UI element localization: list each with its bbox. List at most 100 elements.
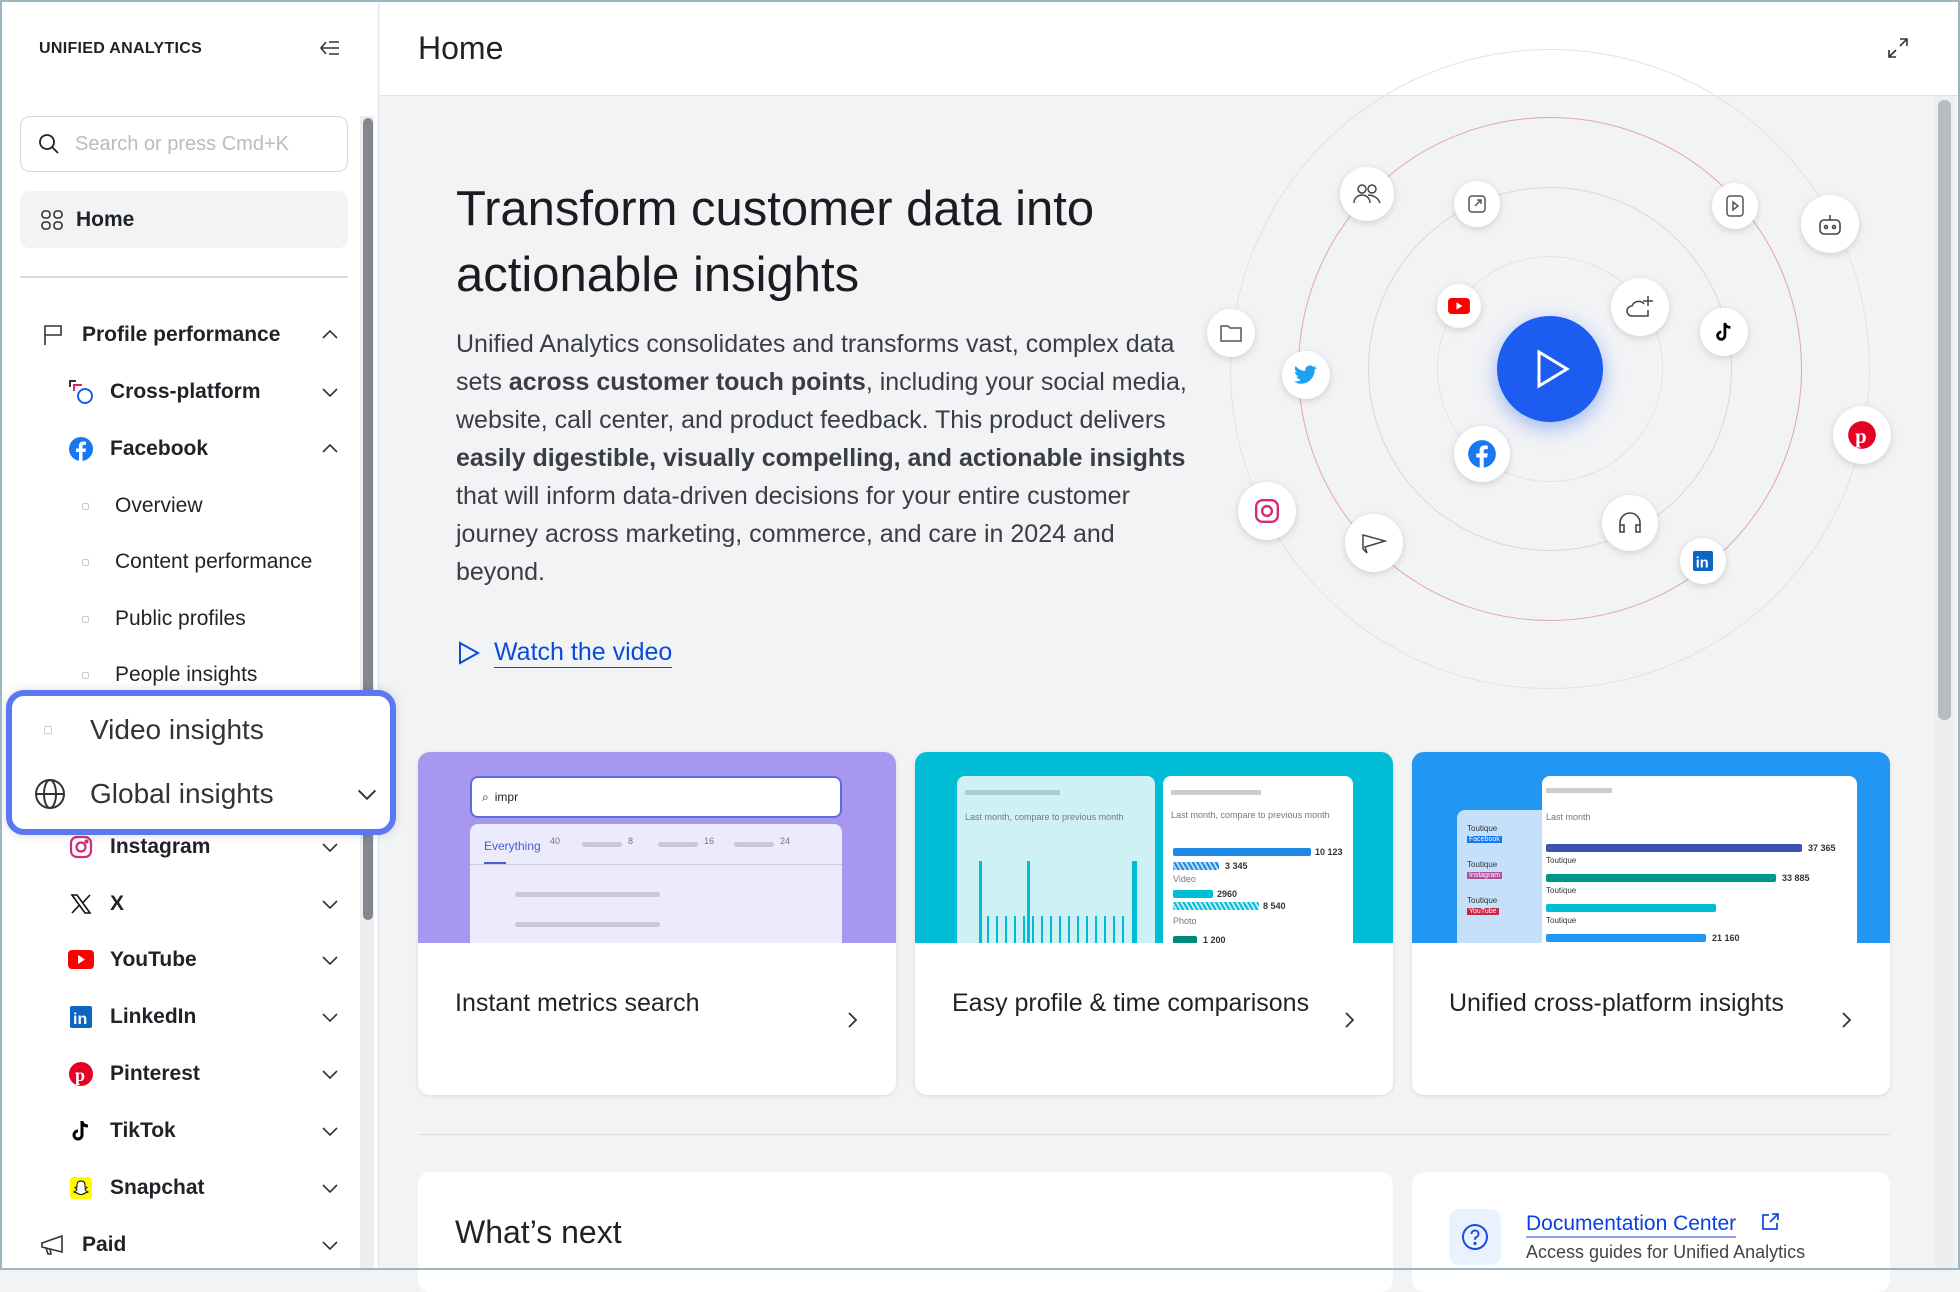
bullet-icon bbox=[82, 615, 89, 623]
expand-icon[interactable] bbox=[1886, 36, 1910, 60]
chat-icon bbox=[1345, 514, 1403, 572]
tiktok-icon bbox=[68, 1118, 94, 1144]
svg-text:in: in bbox=[73, 1011, 87, 1028]
sidebar-item-overview[interactable]: Overview bbox=[82, 494, 203, 518]
chevron-down-icon[interactable] bbox=[320, 950, 340, 970]
chevron-down-icon[interactable] bbox=[320, 1064, 340, 1084]
sidebar-item-label: Public profiles bbox=[115, 607, 246, 630]
documentation-center-link[interactable]: Documentation Center bbox=[1526, 1212, 1737, 1238]
chevron-right-icon[interactable] bbox=[1836, 1010, 1856, 1030]
preview-count: 16 bbox=[704, 836, 715, 846]
preview-caption: Last month, compare to previous month bbox=[965, 812, 1124, 822]
search-input[interactable] bbox=[75, 132, 315, 156]
card-title: Unified cross-platform insights bbox=[1449, 989, 1784, 1017]
preview-value: 3 345 bbox=[1225, 861, 1248, 871]
sidebar-item-youtube[interactable]: YouTube bbox=[68, 947, 340, 973]
card-title: Instant metrics search bbox=[455, 989, 700, 1017]
preview-network: Instagram bbox=[1467, 872, 1503, 879]
preview-profile: Toutique bbox=[1467, 860, 1498, 869]
help-icon bbox=[1449, 1209, 1501, 1265]
preview-profile: Toutique bbox=[1546, 916, 1577, 925]
facebook-icon bbox=[68, 436, 94, 462]
preview-profile: Toutique bbox=[1546, 856, 1577, 865]
sidebar-item-snapchat[interactable]: Snapchat bbox=[68, 1175, 340, 1201]
svg-text:p: p bbox=[1855, 426, 1867, 448]
chevron-right-icon[interactable] bbox=[1339, 1010, 1359, 1030]
x-icon bbox=[68, 891, 94, 917]
preview-value: 21 160 bbox=[1712, 933, 1740, 943]
preview-profile: Toutique bbox=[1467, 896, 1498, 905]
play-icon bbox=[459, 641, 480, 665]
sidebar-item-home[interactable]: Home bbox=[20, 191, 348, 248]
sidebar-item-content-performance[interactable]: Content performance bbox=[82, 550, 312, 574]
sidebar-item-pinterest[interactable]: p Pinterest bbox=[68, 1061, 340, 1087]
sidebar-item-facebook[interactable]: Facebook bbox=[68, 436, 340, 462]
bullet-icon bbox=[44, 726, 52, 734]
chevron-up-icon[interactable] bbox=[320, 325, 340, 345]
chevron-down-icon[interactable] bbox=[320, 1121, 340, 1141]
facebook-icon bbox=[1454, 426, 1510, 482]
highlighted-menu-region: Video insights Global insights bbox=[6, 690, 396, 835]
chevron-down-icon[interactable] bbox=[320, 894, 340, 914]
sidebar-item-x[interactable]: X bbox=[68, 891, 340, 917]
megaphone-icon bbox=[40, 1232, 66, 1258]
cross-platform-icon bbox=[68, 379, 94, 405]
pinterest-icon: p bbox=[1833, 406, 1891, 464]
feature-card-metrics-search[interactable]: ⌕ impr Everything 40 8 16 24 Instant metr… bbox=[418, 752, 896, 1095]
chevron-down-icon[interactable] bbox=[355, 782, 379, 806]
watch-video-link[interactable]: Watch the video bbox=[458, 638, 673, 668]
chevron-right-icon[interactable] bbox=[842, 1010, 862, 1030]
preview-network: YouTube bbox=[1467, 908, 1499, 915]
search-icon bbox=[39, 134, 59, 154]
headset-icon bbox=[1602, 495, 1658, 551]
sidebar-item-label: TikTok bbox=[110, 1119, 176, 1142]
chevron-down-icon[interactable] bbox=[320, 1178, 340, 1198]
sidebar-item-label: Overview bbox=[115, 494, 203, 517]
sidebar-item-paid[interactable]: Paid bbox=[40, 1232, 340, 1258]
chevron-down-icon[interactable] bbox=[320, 1007, 340, 1027]
sidebar-item-label: Facebook bbox=[110, 437, 209, 460]
bullet-icon bbox=[82, 671, 89, 679]
sidebar-item-instagram[interactable]: Instagram bbox=[68, 834, 340, 860]
preview-label: Video bbox=[1173, 874, 1196, 884]
hero-illustration: p in bbox=[1200, 49, 1900, 689]
feature-card-cross-platform[interactable]: Toutique Facebook Toutique Instagram Tou… bbox=[1412, 752, 1890, 1095]
sidebar-item-tiktok[interactable]: TikTok bbox=[68, 1118, 340, 1144]
sidebar-item-linkedin[interactable]: in LinkedIn bbox=[68, 1004, 340, 1030]
play-video-button[interactable] bbox=[1497, 316, 1603, 422]
sidebar-item-label: Global insights bbox=[90, 778, 274, 809]
external-link-icon[interactable] bbox=[1760, 1212, 1780, 1232]
bot-icon bbox=[1801, 195, 1859, 253]
grid-icon bbox=[41, 209, 63, 230]
youtube-icon bbox=[1437, 284, 1481, 328]
sidebar-item-video-insights[interactable]: Video insights bbox=[44, 714, 264, 746]
sidebar-item-profile-performance[interactable]: Profile performance bbox=[40, 322, 340, 348]
header: Home bbox=[380, 0, 1960, 96]
sidebar-item-cross-platform[interactable]: Cross-platform bbox=[68, 379, 340, 405]
feature-card-comparisons[interactable]: Last month, compare to previous month La… bbox=[915, 752, 1393, 1095]
preview-value: 10 123 bbox=[1315, 847, 1343, 857]
preview-search-value: impr bbox=[494, 790, 519, 804]
preview-value: 37 365 bbox=[1808, 843, 1836, 853]
linkedin-icon: in bbox=[1680, 538, 1726, 584]
sidebar-item-people-insights[interactable]: People insights bbox=[82, 663, 257, 687]
sidebar-item-global-insights[interactable]: Global insights bbox=[34, 778, 379, 810]
search-box[interactable] bbox=[20, 116, 348, 172]
main-scrollbar-thumb[interactable] bbox=[1938, 100, 1951, 720]
preview-profile: Toutique bbox=[1467, 824, 1498, 833]
chevron-down-icon[interactable] bbox=[320, 837, 340, 857]
sidebar-item-label: X bbox=[110, 892, 125, 915]
card-preview-image: ⌕ impr Everything 40 8 16 24 bbox=[418, 752, 896, 943]
globe-icon bbox=[35, 779, 65, 809]
section-title: What’s next bbox=[455, 1214, 622, 1250]
instagram-icon bbox=[1238, 482, 1296, 540]
chevron-up-icon[interactable] bbox=[320, 439, 340, 459]
sidebar-item-public-profiles[interactable]: Public profiles bbox=[82, 607, 246, 631]
documentation-description: Access guides for Unified Analytics bbox=[1526, 1242, 1806, 1262]
chevron-down-icon[interactable] bbox=[320, 1235, 340, 1255]
chevron-down-icon[interactable] bbox=[320, 382, 340, 402]
sidebar-item-label: Pinterest bbox=[110, 1062, 200, 1085]
collapse-sidebar-icon[interactable] bbox=[318, 36, 342, 60]
youtube-icon bbox=[68, 947, 94, 973]
preview-tab: Everything bbox=[484, 839, 541, 853]
